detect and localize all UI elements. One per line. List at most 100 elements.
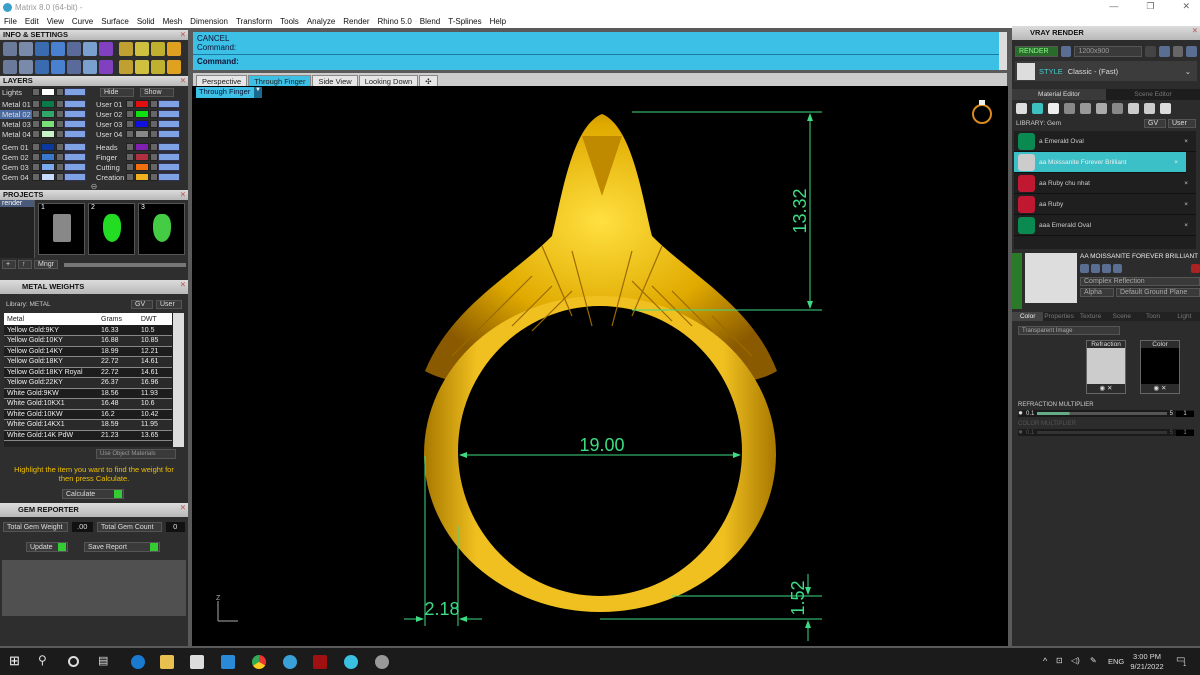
task-view-icon[interactable]: ▤ [98,654,112,668]
expand-icon[interactable] [32,130,40,138]
tab-scene-editor[interactable]: Scene Editor [1106,89,1200,100]
visibility-toggle[interactable] [158,130,180,138]
delete-icon[interactable] [1191,264,1200,273]
app-icon[interactable] [313,655,327,669]
menu-analyze[interactable]: Analyze [307,17,335,26]
project-thumbnail[interactable]: 3 [138,203,185,255]
material-tool-icon[interactable] [1096,103,1107,114]
network-icon[interactable]: ⊡ [1056,656,1063,665]
tool-icon[interactable] [51,42,65,56]
tool-icon[interactable] [83,60,97,74]
layer-color[interactable] [41,130,55,138]
tool-icon[interactable] [167,42,181,56]
visibility-toggle[interactable] [64,130,86,138]
tool-icon[interactable] [151,60,165,74]
close-icon[interactable]: ✕ [180,503,186,512]
layer-color[interactable] [135,110,149,118]
layer-name[interactable]: Metal 01 [0,100,32,109]
layer-row[interactable]: Metal 01 [0,99,94,109]
layer-name[interactable]: Finger [94,153,126,162]
table-row[interactable]: Yellow Gold:22KY 26.37 16.96 [4,377,172,389]
close-icon[interactable]: ✕ [180,280,186,289]
update-button[interactable]: Update [26,542,68,552]
expand-icon[interactable] [32,88,40,96]
layer-color[interactable] [135,143,149,151]
material-item[interactable]: a Emerald Oval × [1014,131,1196,152]
material-tool-icon[interactable] [1128,103,1139,114]
expand-icon[interactable] [32,153,40,161]
visibility-toggle[interactable] [64,110,86,118]
expand-icon[interactable] [32,120,40,128]
layer-color[interactable] [41,88,55,96]
upload-button[interactable]: ↑ [18,260,32,269]
tab-properties[interactable]: Properties [1043,312,1075,321]
slider-track[interactable] [1037,431,1167,434]
visibility-toggle[interactable] [158,173,180,181]
layer-row[interactable]: Metal 03 [0,119,94,129]
tab-material-editor[interactable]: Material Editor [1012,89,1106,100]
tool-icon[interactable] [3,60,17,74]
lock-icon[interactable] [150,163,158,171]
table-scrollbar[interactable] [173,313,184,447]
menu-rhino-5-0[interactable]: Rhino 5.0 [378,17,412,26]
visibility-toggle[interactable] [158,120,180,128]
close-button[interactable]: ✕ [1182,1,1190,12]
tool-icon[interactable] [67,42,81,56]
tool-icon[interactable] [135,42,149,56]
slot-actions[interactable]: ◉ ✕ [1141,384,1179,393]
gv-toggle[interactable]: GV [131,300,153,309]
tool-icon[interactable] [51,60,65,74]
column-header[interactable]: Metal [4,313,98,325]
layer-name[interactable]: Gem 02 [0,153,32,162]
material-tool-icon[interactable] [1112,103,1123,114]
lock-icon[interactable] [56,110,64,118]
rewind-icon[interactable] [1145,46,1157,57]
visibility-toggle[interactable] [64,88,86,96]
close-icon[interactable]: ✕ [180,76,186,85]
file-explorer-icon[interactable] [160,655,174,669]
viewport-through-finger[interactable]: Through Finger ▼ 13.32 19.00 2.18 1.52 Z [192,86,1008,646]
menu-mesh[interactable]: Mesh [163,17,183,26]
layer-row[interactable]: Gem 01 [0,142,94,152]
layer-name[interactable]: User 03 [94,120,126,129]
layer-color[interactable] [41,120,55,128]
visibility-toggle[interactable] [158,153,180,161]
expand-icon[interactable] [32,143,40,151]
edge-icon[interactable] [131,655,145,669]
layer-row[interactable]: User 02 [94,109,188,119]
expand-icon[interactable] [126,163,134,171]
tool-icon[interactable] [19,42,33,56]
table-row[interactable]: Yellow Gold:18KY 22.72 14.61 [4,356,172,368]
layer-row[interactable]: Creation [94,172,188,182]
menu-transform[interactable]: Transform [236,17,272,26]
lock-icon[interactable] [56,153,64,161]
visibility-toggle[interactable] [158,100,180,108]
tab-toon[interactable]: Toon [1137,312,1169,321]
lock-icon[interactable] [150,153,158,161]
menu-surface[interactable]: Surface [101,17,129,26]
tab-scene[interactable]: Scene [1106,312,1138,321]
telegram-icon[interactable] [283,655,297,669]
layer-row[interactable]: Finger [94,152,188,162]
ring-icon[interactable] [972,100,992,124]
layer-color[interactable] [41,100,55,108]
store-icon[interactable] [190,655,204,669]
visibility-toggle[interactable] [158,110,180,118]
layer-name[interactable]: Creation [94,173,126,182]
layer-color[interactable] [135,163,149,171]
close-icon[interactable]: ✕ [180,190,186,199]
table-row[interactable]: Yellow Gold:18KY Royal 22.72 14.61 [4,367,172,378]
table-row[interactable]: Yellow Gold:14KY 18.99 12.21 [4,346,172,357]
layer-color[interactable] [41,153,55,161]
visibility-toggle[interactable] [64,143,86,151]
lock-icon[interactable] [150,173,158,181]
expand-icon[interactable] [32,173,40,181]
collapse-handle[interactable]: ⊖ [0,182,188,191]
visibility-toggle[interactable] [64,153,86,161]
refraction-texture[interactable] [1087,348,1125,384]
tool-icon[interactable] [35,42,49,56]
material-tool-icon[interactable] [1016,103,1027,114]
lock-icon[interactable] [150,130,158,138]
menu-render[interactable]: Render [343,17,369,26]
remove-icon[interactable]: × [1184,222,1188,229]
